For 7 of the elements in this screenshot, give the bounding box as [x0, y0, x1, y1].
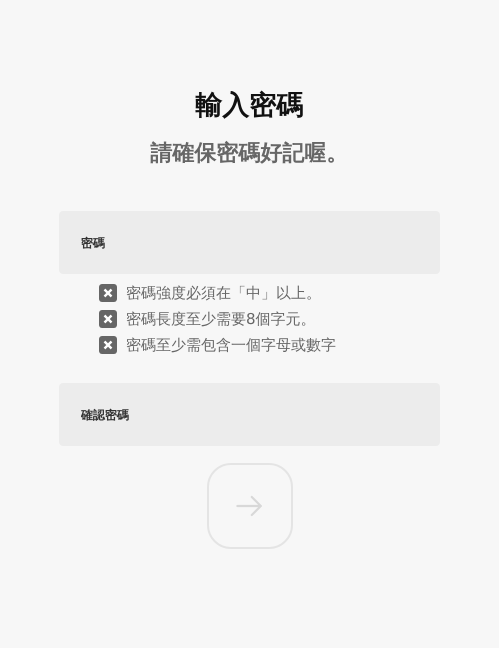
- rule-text: 密碼強度必須在「中」以上。: [126, 284, 321, 302]
- rule-text: 密碼至少需包含一個字母或數字: [126, 336, 336, 354]
- rule-text: 密碼長度至少需要8個字元。: [126, 310, 316, 328]
- password-field[interactable]: 密碼: [59, 211, 440, 274]
- page-title: 輸入密碼: [196, 89, 304, 123]
- confirm-password-field[interactable]: 確認密碼: [59, 383, 440, 446]
- page-subtitle: 請確保密碼好記喔。: [150, 140, 348, 168]
